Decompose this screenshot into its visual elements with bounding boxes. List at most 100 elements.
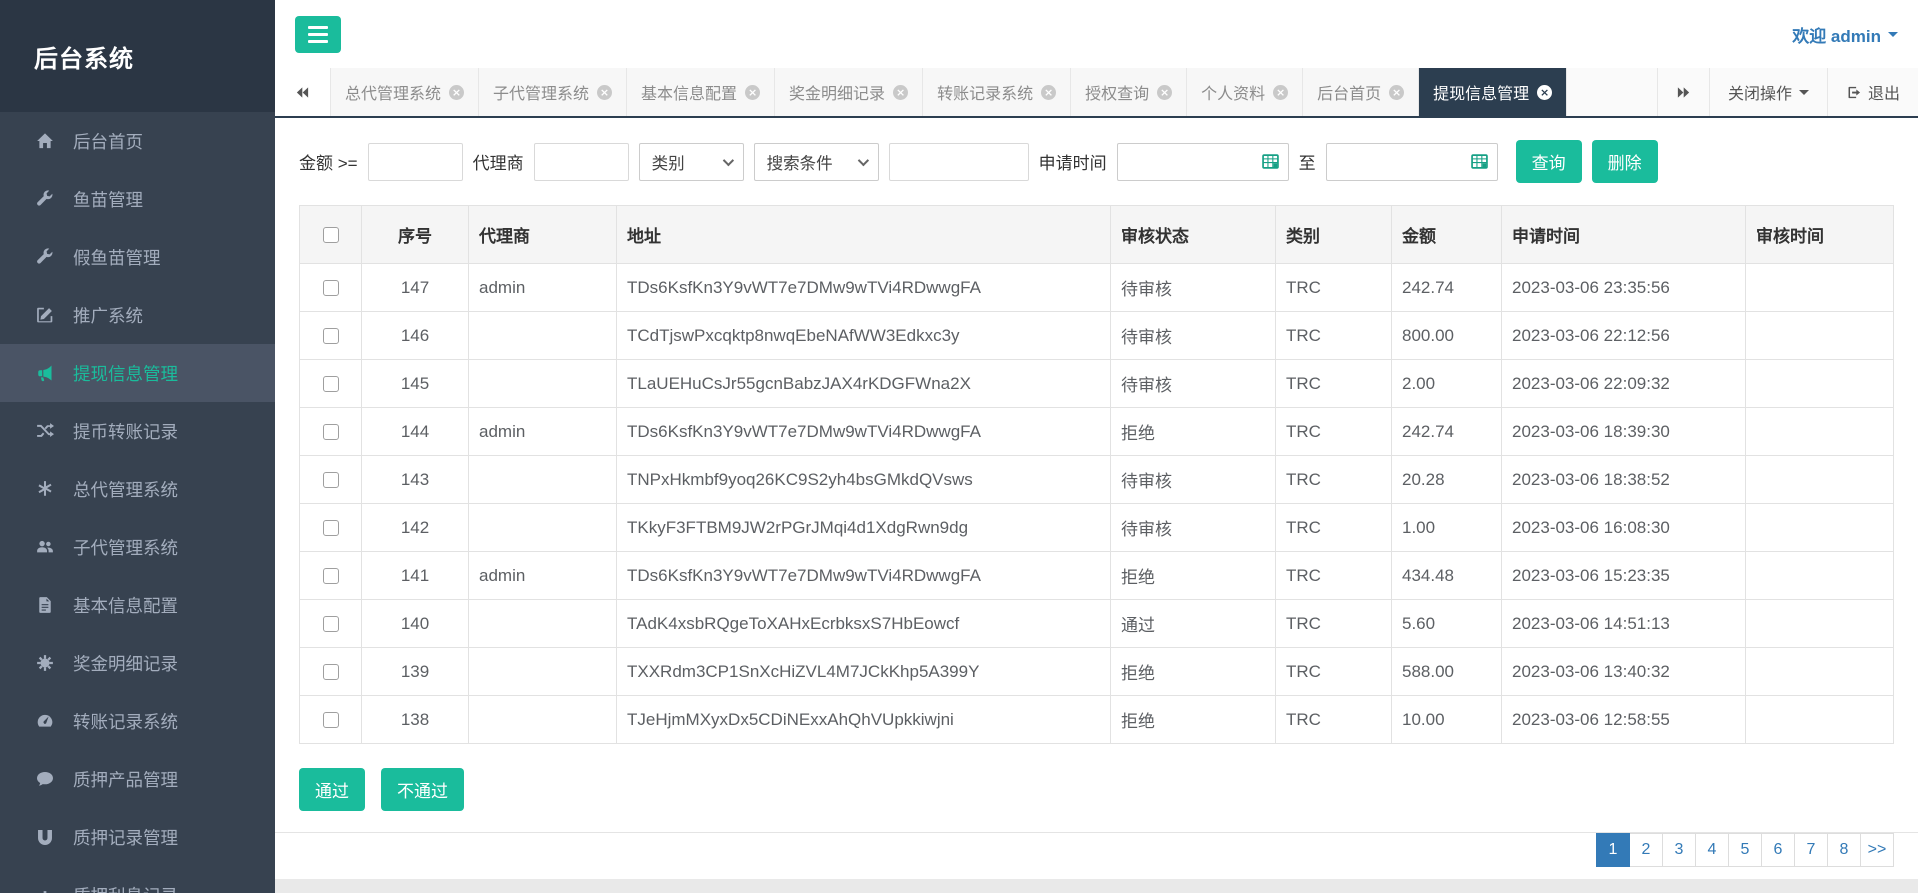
cell-address: TDs6KsfKn3Y9vWT7e7DMw9wTVi4RDwwgFA: [617, 408, 1111, 456]
sidebar-item[interactable]: 推广系统: [0, 286, 275, 344]
row-checkbox[interactable]: [323, 616, 339, 632]
sidebar-item[interactable]: 质押产品管理: [0, 750, 275, 808]
sidebar-item-label: 总代管理系统: [73, 477, 178, 502]
logout-icon: [1846, 85, 1861, 100]
amount-input[interactable]: [368, 143, 463, 181]
reject-button[interactable]: 不通过: [381, 768, 464, 811]
sidebar-item[interactable]: 总代管理系统: [0, 460, 275, 518]
tab[interactable]: 后台首页 ×: [1303, 68, 1419, 116]
calendar-icon[interactable]: [1261, 153, 1280, 170]
logout-button[interactable]: 退出: [1828, 68, 1918, 116]
menu-toggle-button[interactable]: [295, 16, 341, 53]
sidebar-item[interactable]: 提币转账记录: [0, 402, 275, 460]
sidebar-item-label: 质押利息记录: [73, 883, 178, 893]
tab-bar-spacer: [1567, 68, 1658, 116]
page-button[interactable]: 6: [1761, 833, 1795, 867]
close-icon[interactable]: ×: [1041, 85, 1056, 100]
sidebar-item-label: 转账记录系统: [73, 709, 178, 734]
row-checkbox[interactable]: [323, 280, 339, 296]
cell-category: TRC: [1276, 504, 1392, 552]
table-row: 143 TNPxHkmbf9yoq26KC9S2yh4bsGMkdQVsws 待…: [300, 456, 1894, 504]
col-amount: 金额: [1392, 206, 1502, 264]
sidebar-item[interactable]: 质押记录管理: [0, 808, 275, 866]
close-icon[interactable]: ×: [893, 85, 908, 100]
apply-time-start-input[interactable]: [1126, 153, 1261, 170]
cell-status: 待审核: [1111, 504, 1276, 552]
sidebar: 后台系统 后台首页 鱼苗管理 假鱼苗管理: [0, 0, 275, 893]
row-checkbox[interactable]: [323, 664, 339, 680]
close-icon[interactable]: ×: [1157, 85, 1172, 100]
tab-label: 基本信息配置: [641, 80, 737, 104]
row-checkbox[interactable]: [323, 712, 339, 728]
category-select[interactable]: 类别: [639, 143, 744, 181]
col-address: 地址: [617, 206, 1111, 264]
sidebar-item[interactable]: 后台首页: [0, 112, 275, 170]
close-icon[interactable]: ×: [597, 85, 612, 100]
row-checkbox[interactable]: [323, 520, 339, 536]
next-page-button[interactable]: >>: [1860, 833, 1894, 867]
page-button[interactable]: 8: [1827, 833, 1861, 867]
tab[interactable]: 奖金明细记录 ×: [775, 68, 923, 116]
query-button[interactable]: 查询: [1516, 140, 1582, 183]
sidebar-item[interactable]: 子代管理系统: [0, 518, 275, 576]
agent-input[interactable]: [534, 143, 629, 181]
sidebar-item[interactable]: 鱼苗管理: [0, 170, 275, 228]
footer-strip: [275, 879, 1918, 893]
apply-time-end-input[interactable]: [1335, 153, 1470, 170]
tab[interactable]: 子代管理系统 ×: [479, 68, 627, 116]
tab[interactable]: 授权查询 ×: [1071, 68, 1187, 116]
cell-apply-time: 2023-03-06 18:39:30: [1502, 408, 1746, 456]
select-all-checkbox[interactable]: [323, 227, 339, 243]
cell-category: TRC: [1276, 696, 1392, 744]
search-condition-select[interactable]: 搜索条件: [754, 143, 879, 181]
tab-label: 总代管理系统: [345, 80, 441, 104]
calendar-icon[interactable]: [1470, 153, 1489, 170]
row-checkbox[interactable]: [323, 424, 339, 440]
sidebar-item[interactable]: 转账记录系统: [0, 692, 275, 750]
sidebar-item[interactable]: 假鱼苗管理: [0, 228, 275, 286]
close-icon[interactable]: ×: [1537, 85, 1552, 100]
scroll-tabs-right-button[interactable]: [1658, 68, 1710, 116]
page-button[interactable]: 2: [1629, 833, 1663, 867]
pass-button[interactable]: 通过: [299, 768, 365, 811]
table-row: 141 admin TDs6KsfKn3Y9vWT7e7DMw9wTVi4RDw…: [300, 552, 1894, 600]
delete-button[interactable]: 删除: [1592, 140, 1658, 183]
close-operations-dropdown[interactable]: 关闭操作: [1710, 68, 1828, 116]
cell-audit-time: [1746, 552, 1894, 600]
cell-amount: 20.28: [1392, 456, 1502, 504]
pagination: 1 2 3 4 5 6 7: [1597, 833, 1894, 867]
row-checkbox[interactable]: [323, 568, 339, 584]
sidebar-item[interactable]: 质押利息记录: [0, 866, 275, 893]
keyword-input[interactable]: [889, 143, 1029, 181]
tab-label: 提现信息管理: [1433, 80, 1529, 104]
page-button[interactable]: 4: [1695, 833, 1729, 867]
row-checkbox[interactable]: [323, 376, 339, 392]
tab[interactable]: 提现信息管理 ×: [1419, 68, 1567, 116]
sidebar-item[interactable]: 提现信息管理: [0, 344, 275, 402]
tab[interactable]: 基本信息配置 ×: [627, 68, 775, 116]
sidebar-item[interactable]: 奖金明细记录: [0, 634, 275, 692]
sidebar-item[interactable]: 基本信息配置: [0, 576, 275, 634]
close-icon[interactable]: ×: [1273, 85, 1288, 100]
page-button[interactable]: 7: [1794, 833, 1828, 867]
user-menu[interactable]: 欢迎 admin: [1792, 22, 1898, 47]
page-button[interactable]: 3: [1662, 833, 1696, 867]
close-icon[interactable]: ×: [449, 85, 464, 100]
sidebar-item-label: 质押产品管理: [73, 767, 178, 792]
cell-status: 拒绝: [1111, 696, 1276, 744]
cell-status: 待审核: [1111, 312, 1276, 360]
cell-category: TRC: [1276, 552, 1392, 600]
tab[interactable]: 总代管理系统 ×: [331, 68, 479, 116]
page-button[interactable]: 1: [1596, 833, 1630, 867]
row-checkbox[interactable]: [323, 328, 339, 344]
tab[interactable]: 转账记录系统 ×: [923, 68, 1071, 116]
tab[interactable]: 个人资料 ×: [1187, 68, 1303, 116]
row-checkbox[interactable]: [323, 472, 339, 488]
caret-down-icon: [1799, 90, 1809, 95]
cell-audit-time: [1746, 648, 1894, 696]
close-icon[interactable]: ×: [1389, 85, 1404, 100]
scroll-tabs-left-button[interactable]: [275, 68, 331, 116]
cell-category: TRC: [1276, 408, 1392, 456]
page-button[interactable]: 5: [1728, 833, 1762, 867]
close-icon[interactable]: ×: [745, 85, 760, 100]
